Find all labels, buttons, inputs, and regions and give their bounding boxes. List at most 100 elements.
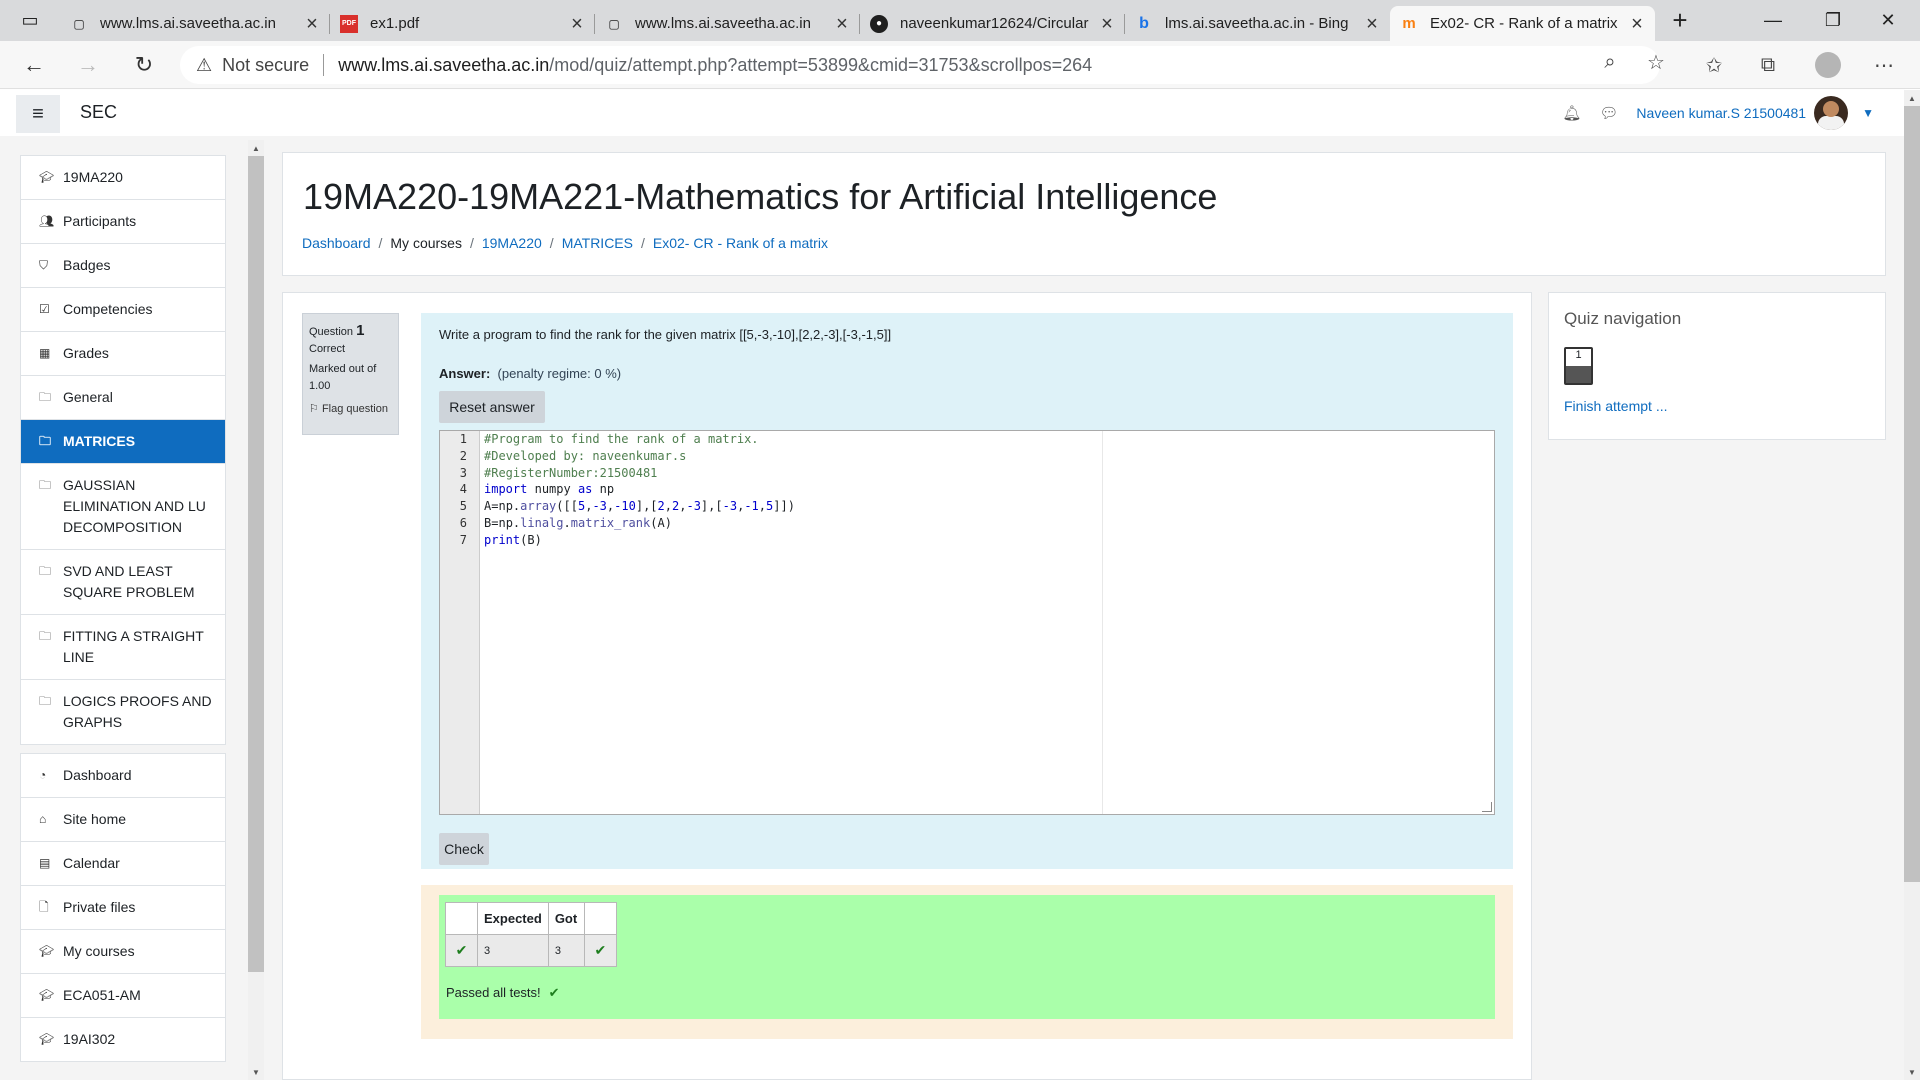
code-line[interactable]: #Program to find the rank of a matrix. (484, 431, 1484, 448)
check-button[interactable]: Check (439, 833, 489, 865)
favorites-icon[interactable]: ✩ (1698, 49, 1730, 81)
sidebar-item-private-files[interactable]: 🗋 Private files (21, 886, 225, 930)
table-row: ✔ 3 3 ✔ (445, 934, 617, 967)
notification-bell-icon[interactable]: 🔔︎ (1562, 104, 1581, 122)
new-tab-button[interactable]: + (1660, 0, 1700, 40)
sidebar-item-label: MATRICES (63, 433, 136, 449)
home-icon: ⌂ (39, 812, 47, 826)
more-menu-icon[interactable]: ⋯ (1868, 49, 1900, 81)
address-bar[interactable]: ⚠ Not secure www.lms.ai.saveetha.ac.in/m… (180, 46, 1660, 84)
browser-tab-5[interactable]: b lms.ai.saveetha.ac.in - Bing × (1125, 6, 1390, 41)
code-line[interactable]: B=np.linalg.matrix_rank(A) (484, 515, 1484, 532)
menu-toggle-icon[interactable]: ≡ (16, 95, 60, 133)
chevron-down-icon[interactable]: ▼ (1862, 106, 1874, 120)
breadcrumb-dashboard[interactable]: Dashboard (302, 235, 371, 251)
finish-attempt-link[interactable]: Finish attempt ... (1564, 398, 1667, 414)
reset-answer-button[interactable]: Reset answer (439, 391, 545, 423)
check-icon: ✔ (583, 934, 617, 967)
browser-tab-4[interactable]: ● naveenkumar12624/Circular × (860, 6, 1125, 41)
messages-icon[interactable]: 💬︎ (1599, 104, 1618, 122)
page-icon: ▢ (608, 16, 620, 31)
minimize-icon[interactable]: — (1745, 0, 1801, 40)
close-tab-icon[interactable]: × (834, 14, 850, 34)
scroll-up-icon[interactable]: ▲ (248, 140, 264, 156)
sidebar-item-svd-and-least-square-problem[interactable]: 🗀 SVD AND LEAST SQUARE PROBLEM (21, 550, 225, 615)
site-header: ≡ SEC 🔔︎ 💬︎ Naveen kumar.S 21500481 ▼ (0, 90, 1904, 136)
sidebar-item-19ma220[interactable]: 🎓︎ 19MA220 (21, 156, 225, 200)
profile-icon[interactable] (1812, 49, 1844, 81)
sidebar-item-matrices[interactable]: 🗀 MATRICES (21, 420, 225, 464)
scroll-down-icon[interactable]: ▼ (248, 1064, 264, 1080)
zoom-icon[interactable]: ⌕ (1594, 46, 1626, 78)
result-col-got: Got (547, 902, 585, 935)
site-name[interactable]: SEC (80, 102, 117, 123)
avatar[interactable] (1814, 96, 1849, 130)
sidebar-item-logics-proofs-and-graphs[interactable]: 🗀 LOGICS PROOFS AND GRAPHS (21, 680, 225, 744)
expected-value: 3 (477, 934, 549, 967)
code-line[interactable]: import numpy as np (484, 481, 1484, 498)
page-icon: ▢ (73, 16, 85, 31)
calendar-icon: ▤ (39, 856, 51, 870)
breadcrumb-section[interactable]: MATRICES (562, 235, 633, 251)
scroll-up-icon[interactable]: ▲ (1904, 90, 1920, 106)
graduation-cap-icon: 🎓︎ (39, 988, 55, 1002)
url-text[interactable]: www.lms.ai.saveetha.ac.in/mod/quiz/attem… (338, 55, 1092, 76)
scroll-thumb[interactable] (248, 156, 264, 972)
sidebar-item-my-courses[interactable]: 🎓︎ My courses (21, 930, 225, 974)
restore-icon[interactable]: ❐ (1805, 0, 1861, 40)
page-scrollbar[interactable]: ▲ ▼ (1904, 90, 1920, 1080)
scroll-thumb[interactable] (1904, 106, 1920, 882)
user-menu[interactable]: 🔔︎ 💬︎ Naveen kumar.S 21500481 ▼ (1562, 96, 1874, 130)
sidebar-item-gaussian-elimination-and-lu-decomposition[interactable]: 🗀 GAUSSIAN ELIMINATION AND LU DECOMPOSITI… (21, 464, 225, 550)
sidebar-item-badges[interactable]: ⛉ Badges (21, 244, 225, 288)
code-line[interactable]: #Developed by: naveenkumar.s (484, 448, 1484, 465)
security-indicator[interactable]: ⚠ Not secure (196, 55, 309, 76)
close-tab-icon[interactable]: × (1364, 14, 1380, 34)
course-header: 19MA220-19MA221-Mathematics for Artifici… (282, 152, 1886, 276)
scroll-down-icon[interactable]: ▼ (1904, 1064, 1920, 1080)
code-line[interactable]: print(B) (484, 532, 1484, 549)
sidebar-item-competencies[interactable]: ☑ Competencies (21, 288, 225, 332)
sidebar-item-calendar[interactable]: ▤ Calendar (21, 842, 225, 886)
close-tab-icon[interactable]: × (304, 14, 320, 34)
code-lines[interactable]: #Program to find the rank of a matrix. #D… (484, 431, 1484, 549)
close-window-icon[interactable]: ✕ (1860, 0, 1916, 40)
drawer-scrollbar[interactable]: ▲ ▼ (248, 140, 264, 1080)
user-name[interactable]: Naveen kumar.S 21500481 (1636, 105, 1806, 121)
tab-actions-icon[interactable]: ▭ (2, 0, 58, 40)
folder-icon: 🗀 (39, 390, 52, 404)
forward-icon[interactable]: → (72, 49, 104, 81)
sidebar-item-grades[interactable]: ▦ Grades (21, 332, 225, 376)
close-tab-icon[interactable]: × (569, 14, 585, 34)
browser-tab-strip: ▭ ▢ www.lms.ai.saveetha.ac.in × PDF ex1.… (0, 0, 1920, 41)
browser-toolbar: ← → ↻ ⚠ Not secure www.lms.ai.saveetha.a… (0, 41, 1920, 89)
browser-tab-2[interactable]: PDF ex1.pdf × (330, 6, 595, 41)
sidebar-item-site-home[interactable]: ⌂ Site home (21, 798, 225, 842)
sidebar-item-fitting-a-straight-line[interactable]: 🗀 FITTING A STRAIGHT LINE (21, 615, 225, 680)
resize-handle-icon[interactable] (1482, 802, 1492, 812)
sidebar-item-dashboard[interactable]: ◔ Dashboard (21, 754, 225, 798)
quiz-nav-question-button[interactable]: 1 (1564, 347, 1593, 385)
browser-tab-1[interactable]: ▢ www.lms.ai.saveetha.ac.in × (60, 6, 330, 41)
add-favorite-icon[interactable]: ☆ (1640, 46, 1672, 78)
flag-question-link[interactable]: ⚐ Flag question (309, 401, 392, 418)
collections-icon[interactable]: ⧉ (1752, 49, 1784, 81)
sidebar-item-19ai302[interactable]: 🎓︎ 19AI302 (21, 1018, 225, 1061)
code-line[interactable]: #RegisterNumber:21500481 (484, 465, 1484, 482)
code-line[interactable]: A=np.array([[5,-3,-10],[2,2,-3],[-3,-1,5… (484, 498, 1484, 515)
browser-tab-active[interactable]: m Ex02- CR - Rank of a matrix × (1390, 6, 1655, 41)
back-icon[interactable]: ← (18, 49, 50, 81)
sidebar-item-label: Dashboard (63, 767, 132, 783)
reload-icon[interactable]: ↻ (128, 49, 160, 81)
breadcrumb-course[interactable]: 19MA220 (482, 235, 542, 251)
sidebar-item-participants[interactable]: 👥︎ Participants (21, 200, 225, 244)
close-tab-icon[interactable]: × (1629, 14, 1645, 34)
sidebar-item-general[interactable]: 🗀 General (21, 376, 225, 420)
graduation-cap-icon: 🎓︎ (39, 944, 55, 958)
browser-tab-3[interactable]: ▢ www.lms.ai.saveetha.ac.in × (595, 6, 860, 41)
close-tab-icon[interactable]: × (1099, 14, 1115, 34)
editor-gutter: 1234567 (440, 431, 480, 814)
code-editor[interactable]: 1234567 #Program to find the rank of a m… (439, 430, 1495, 815)
breadcrumb-quiz[interactable]: Ex02- CR - Rank of a matrix (653, 235, 828, 251)
sidebar-item-eca051-am[interactable]: 🎓︎ ECA051-AM (21, 974, 225, 1018)
